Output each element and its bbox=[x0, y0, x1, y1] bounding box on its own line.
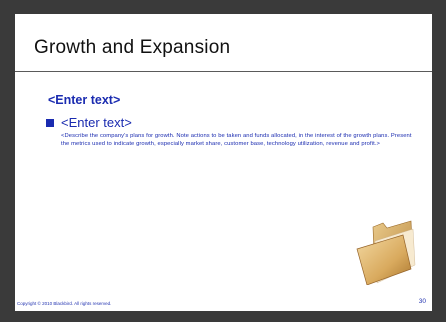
bullet-item: <Enter text> bbox=[46, 115, 132, 130]
copyright-text: Copyright © 2010 Blackbird. All rights r… bbox=[17, 301, 112, 306]
bullet-text: <Enter text> bbox=[61, 115, 132, 130]
slide: Growth and Expansion <Enter text> <Enter… bbox=[15, 14, 432, 311]
bullet-marker-icon bbox=[46, 118, 54, 127]
page-number: 30 bbox=[418, 298, 426, 305]
slide-title: Growth and Expansion bbox=[34, 37, 231, 58]
body-text: <Describe the company's plans for growth… bbox=[61, 133, 412, 147]
title-divider bbox=[15, 71, 432, 72]
folder-icon bbox=[356, 220, 416, 285]
subheading: <Enter text> bbox=[48, 93, 121, 107]
